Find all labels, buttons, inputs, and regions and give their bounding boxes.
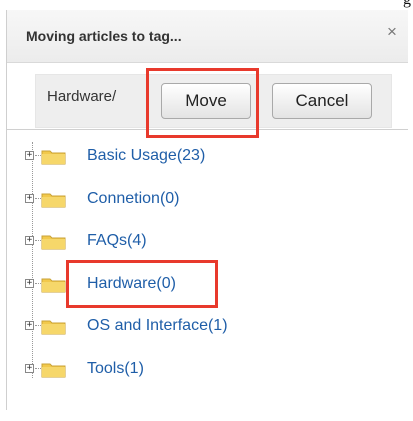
tree-item-os-and-interface[interactable]: + OS and Interface(1) <box>25 314 395 340</box>
tag-tree: + Basic Usage(23) + Connetion(0) + FAQs(… <box>7 129 408 400</box>
cancel-button[interactable]: Cancel <box>272 83 372 119</box>
tree-item-basic-usage[interactable]: + Basic Usage(23) <box>25 144 395 170</box>
expand-icon[interactable]: + <box>25 151 34 160</box>
folder-icon <box>41 193 66 208</box>
tree-item-label[interactable]: Basic Usage(23) <box>87 147 205 165</box>
destination-path: Hardware/ <box>47 88 117 105</box>
dialog-titlebar: Moving articles to tag... × <box>7 10 408 63</box>
tree-item-label[interactable]: Tools(1) <box>87 360 144 378</box>
tree-item-hardware[interactable]: + Hardware(0) <box>25 272 395 298</box>
folder-icon <box>41 363 66 378</box>
expand-icon[interactable]: + <box>25 194 34 203</box>
tree-item-connetion[interactable]: + Connetion(0) <box>25 187 395 213</box>
move-articles-dialog: Moving articles to tag... × Hardware/ Mo… <box>0 10 413 421</box>
expand-icon[interactable]: + <box>25 364 34 373</box>
expand-icon[interactable]: + <box>25 236 34 245</box>
tree-connector-line <box>32 142 33 378</box>
cropped-text: g <box>403 0 411 9</box>
move-button[interactable]: Move <box>161 83 251 119</box>
folder-icon <box>41 235 66 250</box>
folder-icon <box>41 278 66 293</box>
folder-icon <box>41 320 66 335</box>
expand-icon[interactable]: + <box>25 321 34 330</box>
dialog-title: Moving articles to tag... <box>26 28 182 44</box>
top-cropped-area: g <box>0 0 413 10</box>
expand-icon[interactable]: + <box>25 279 34 288</box>
tree-item-label[interactable]: OS and Interface(1) <box>87 317 228 335</box>
tree-item-faqs[interactable]: + FAQs(4) <box>25 229 395 255</box>
tree-item-tools[interactable]: + Tools(1) <box>25 357 395 383</box>
tree-item-label[interactable]: Hardware(0) <box>87 275 176 293</box>
tree-item-label[interactable]: FAQs(4) <box>87 232 147 250</box>
close-icon[interactable]: × <box>385 23 399 40</box>
folder-icon <box>41 150 66 165</box>
tree-item-label[interactable]: Connetion(0) <box>87 190 180 208</box>
move-toolbar: Hardware/ Move Cancel <box>35 74 392 128</box>
